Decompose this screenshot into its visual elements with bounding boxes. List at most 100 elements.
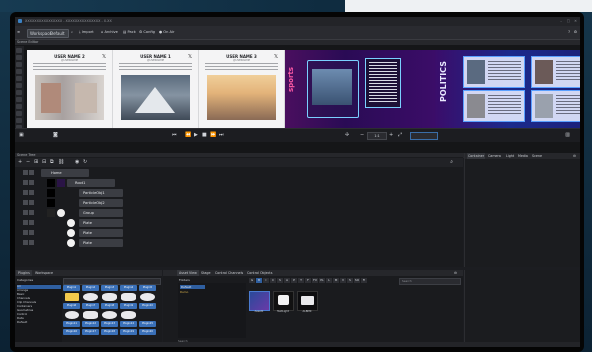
tab-light[interactable]: Light [505, 153, 515, 159]
move-icon[interactable]: ✢ [345, 133, 349, 138]
search-tree-icon[interactable]: ⌕ [450, 160, 453, 165]
tab-camera[interactable]: Camera [487, 153, 502, 159]
plugin-item[interactable]: Plugin15 [139, 321, 156, 327]
asset-settings-icon[interactable]: ⚙ [452, 270, 459, 276]
asset-thumbnail[interactable] [297, 291, 318, 311]
plugin-item[interactable]: Plugin1 [63, 285, 80, 291]
rotate-tool-icon[interactable] [16, 62, 22, 67]
plugin-item[interactable]: Plugin7 [82, 303, 99, 309]
expand-icon[interactable]: ⊞ [34, 160, 38, 165]
plugin-icon[interactable] [121, 311, 136, 319]
plugin-icon[interactable] [121, 293, 136, 301]
step-back-icon[interactable]: ⏪ [185, 133, 191, 138]
filter-toggle[interactable]: M [256, 278, 262, 283]
filter-toggle[interactable]: F [305, 278, 311, 283]
lock-icon[interactable] [29, 230, 34, 235]
plugin-item[interactable]: Plugin9 [120, 303, 137, 309]
safe-area-tool-icon[interactable] [16, 111, 22, 116]
plugin-search-input[interactable] [63, 278, 161, 285]
import-button[interactable]: ⤓ Import [79, 29, 94, 36]
eye-icon[interactable] [23, 180, 28, 185]
tree-node[interactable]: Home [41, 169, 89, 177]
filter-toggle[interactable]: I [263, 278, 269, 283]
timeline-slider[interactable] [410, 132, 438, 140]
plugin-item[interactable]: Plugin12 [82, 321, 99, 327]
plugin-icon[interactable] [65, 311, 79, 319]
plugin-item[interactable]: Plugin4 [120, 285, 137, 291]
tree-node[interactable]: Plate [79, 219, 123, 227]
zoom-out-icon[interactable]: − [360, 133, 364, 138]
lock-icon[interactable] [29, 220, 34, 225]
plugin-item[interactable]: Plugin8 [101, 303, 118, 309]
tab-control-objects[interactable]: Control Objects [245, 270, 274, 276]
plugin-item[interactable]: Plugin11 [63, 321, 80, 327]
sports-graphic[interactable]: sports [285, 50, 435, 128]
filter-toggle[interactable]: P [291, 278, 297, 283]
plugin-item[interactable]: Plugin20 [139, 329, 156, 335]
settings-icon[interactable]: ⚙ [574, 29, 577, 36]
tree-node[interactable]: Plate [79, 239, 123, 247]
plugin-icon[interactable] [102, 293, 117, 301]
pack-button[interactable]: ▤ Pack [123, 29, 136, 36]
step-forward-icon[interactable]: ⏩ [210, 133, 216, 138]
tab-scene[interactable]: Scene [531, 153, 543, 159]
eye-icon[interactable] [23, 190, 28, 195]
tab-stage[interactable]: Stage [199, 270, 213, 276]
select-tool-icon[interactable] [16, 48, 22, 53]
lock-icon[interactable] [29, 170, 34, 175]
plugin-item[interactable]: Plugin2 [82, 285, 99, 291]
filter-toggle[interactable]: M [333, 278, 339, 283]
bounding-box-tool-icon[interactable] [16, 118, 22, 123]
eye-icon[interactable] [23, 220, 28, 225]
plugin-item[interactable]: Plugin3 [101, 285, 118, 291]
eye-icon[interactable] [23, 170, 28, 175]
tab-media[interactable]: Media [517, 153, 529, 159]
light-tool-icon[interactable] [16, 83, 22, 88]
tree-node[interactable]: Root1 [67, 179, 115, 187]
panel-settings-icon[interactable]: ⚙ [572, 153, 577, 159]
remove-icon[interactable]: − [26, 160, 30, 165]
social-card[interactable]: USER NAME 2 @USERNAME 𝕏 [27, 50, 113, 128]
folder-item-demo[interactable]: Demo [180, 290, 188, 294]
filter-toggle[interactable]: L [326, 278, 332, 283]
search-icon[interactable]: ⌕ [71, 29, 73, 36]
on-air-button[interactable]: ● On Air [159, 29, 174, 36]
maximize-icon[interactable]: □ [567, 17, 570, 26]
workspace-select[interactable]: Workspace Default [27, 29, 69, 38]
filter-toggle[interactable]: S [347, 278, 353, 283]
filter-toggle[interactable]: PL [319, 278, 325, 283]
tree-node[interactable]: Plate [79, 229, 123, 237]
tab-workspace[interactable]: Workspace [33, 270, 55, 276]
tab-plugins[interactable]: Plugins [16, 270, 32, 276]
filter-toggle[interactable]: V [340, 278, 346, 283]
duplicate-icon[interactable]: ⧉ [50, 160, 54, 165]
move-tool-icon[interactable] [16, 55, 22, 60]
config-button[interactable]: ⚙ Config [139, 29, 155, 36]
camera-icon[interactable]: ▣ [19, 133, 24, 138]
scene-canvas[interactable]: USER NAME 2 @USERNAME 𝕏 USER NAME 1 @USE… [27, 50, 580, 128]
tree-node[interactable]: Group [79, 209, 123, 217]
folder-item-default[interactable]: Default [180, 285, 205, 289]
fit-icon[interactable]: ⤢ [398, 133, 402, 138]
social-card[interactable]: USER NAME 1 @USERNAME 𝕏 [113, 50, 199, 128]
tab-asset-view[interactable]: Asset View [177, 270, 199, 276]
plugin-icon[interactable] [65, 293, 79, 301]
plugin-item[interactable]: Plugin5 [139, 285, 156, 291]
filter-toggle[interactable]: Fi [361, 278, 367, 283]
plugin-item[interactable]: Plugin10 [139, 303, 156, 309]
plugin-item[interactable]: Plugin19 [120, 329, 137, 335]
plugin-icon[interactable] [83, 311, 98, 319]
tree-node[interactable]: ParticleObj2 [79, 199, 123, 207]
filter-toggle[interactable]: FX [312, 278, 318, 283]
camera-tool-icon[interactable] [16, 76, 22, 81]
plugin-icon[interactable] [140, 293, 155, 301]
asset-thumbnail[interactable] [273, 291, 294, 311]
filter-toggle[interactable]: C [270, 278, 276, 283]
zoom-level[interactable]: 1:1 [367, 132, 387, 140]
refresh-icon[interactable]: ↻ [83, 160, 87, 165]
help-icon[interactable]: ? [568, 29, 570, 36]
scale-tool-icon[interactable] [16, 69, 22, 74]
filter-toggle[interactable]: S [277, 278, 283, 283]
play-icon[interactable]: ▶ [194, 133, 198, 138]
filter-toggle[interactable]: SO [354, 278, 360, 283]
